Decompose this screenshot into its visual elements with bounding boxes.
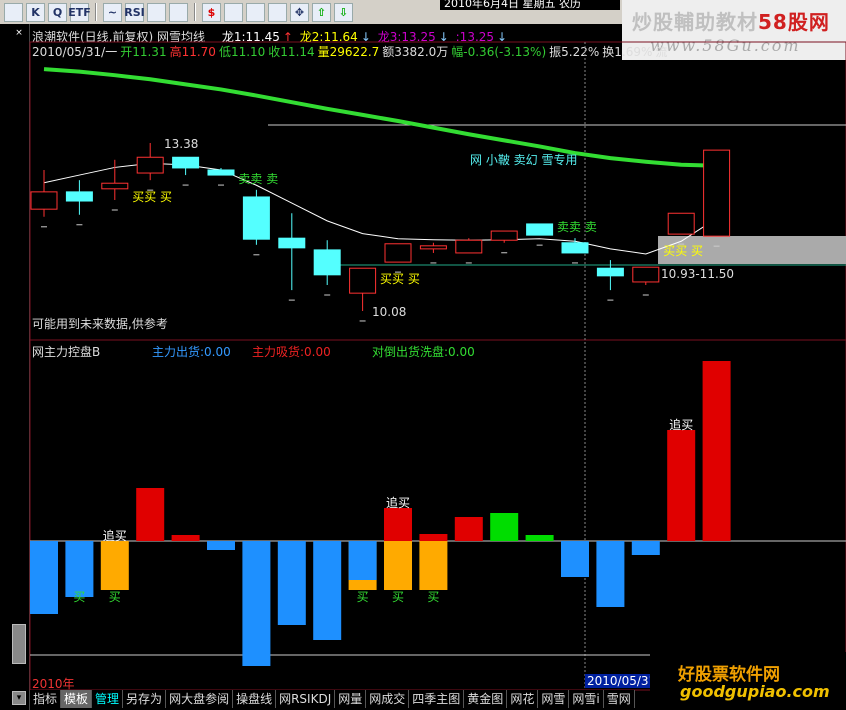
tab-10[interactable]: 黄金图 — [464, 690, 508, 708]
template-tabs: 指标 模板 管理 另存为 网大盘参阅 操盘线 网RSIKDJ 网量 网成交 四季主图 黄金图 网花 网雪… — [30, 690, 635, 710]
buy-signal: 买买 买 — [663, 244, 704, 259]
tab-1[interactable]: 模板 — [61, 690, 93, 708]
candle-body — [101, 182, 129, 190]
candle-body — [561, 242, 589, 254]
indicator-buy-label: 买 — [392, 590, 405, 604]
high-price-label: 13.38 — [164, 137, 199, 151]
indicator-bar — [207, 541, 235, 550]
future-data-warning: 可能用到未来数据,供参考 — [32, 317, 168, 331]
indicator-bar — [277, 541, 306, 625]
tab-12[interactable]: 网雪 — [538, 690, 570, 708]
indicator-bar — [242, 541, 271, 666]
indicator-bar — [348, 541, 377, 580]
indicator-bar — [702, 361, 731, 541]
tab-5[interactable]: 操盘线 — [233, 690, 277, 708]
tab-14[interactable]: 雪网 — [604, 690, 635, 708]
tab-4[interactable]: 网大盘参阅 — [166, 690, 234, 708]
indicator-bar — [100, 541, 129, 590]
indicator-buy-label: 买 — [108, 590, 121, 604]
chase-buy-label: 追买 — [669, 418, 694, 432]
candle-body — [313, 249, 341, 276]
indicator-bar — [419, 541, 448, 590]
tab-11[interactable]: 网花 — [507, 690, 539, 708]
tab-3[interactable]: 另存为 — [123, 690, 167, 708]
indicator-buy-label: 买 — [427, 590, 440, 604]
indicator-bar — [30, 541, 58, 614]
candle-body — [242, 196, 270, 240]
indicator-bar — [561, 541, 589, 577]
candle-body — [667, 212, 695, 235]
candle-body — [278, 237, 306, 249]
indicator-bar — [667, 430, 696, 541]
tab-9[interactable]: 四季主图 — [409, 690, 465, 708]
tab-13[interactable]: 网雪i — [569, 690, 604, 708]
indicator-bar — [313, 541, 342, 640]
tab-0[interactable]: 指标 — [30, 690, 62, 708]
candle-body — [526, 223, 554, 236]
indicator-bar — [454, 517, 483, 541]
sell-signal: 卖卖 卖 — [557, 220, 597, 235]
indicator-bar — [596, 541, 625, 607]
logo-url: goodgupiao.com — [680, 682, 830, 701]
candle-body — [349, 267, 377, 294]
wash-label: 对倒出货洗盘:0.00 — [372, 345, 475, 359]
indicator-bar — [490, 513, 519, 541]
candle-body — [136, 156, 164, 174]
sell-signal: 卖卖 卖 — [238, 171, 279, 186]
candle-body — [172, 156, 200, 169]
indicator-name: 网主力控盘B — [32, 345, 101, 359]
low-price-label: 10.08 — [372, 305, 407, 319]
tab-7[interactable]: 网量 — [335, 690, 367, 708]
ma-line — [43, 162, 717, 255]
candle-body — [30, 191, 58, 210]
main-out-label: 主力出货:0.00 — [152, 345, 231, 359]
tab-8[interactable]: 网成交 — [366, 690, 410, 708]
candle-body — [65, 191, 93, 202]
indicator-bar — [384, 508, 412, 541]
indicator-bar — [419, 534, 448, 541]
indicator-bar — [136, 488, 165, 541]
chase-buy-label: 追买 — [386, 496, 411, 510]
candle-body — [703, 149, 731, 237]
long-ma-line — [43, 67, 717, 168]
candle-body — [632, 266, 660, 283]
candle-body — [384, 243, 412, 263]
tab-2[interactable]: 管理 — [92, 690, 124, 708]
candle-body — [419, 245, 447, 250]
buy-signal: 买买 买 — [380, 272, 420, 287]
cursor-date: 2010/05/31 — [585, 674, 659, 688]
indicator-buy-label: 买 — [356, 590, 369, 604]
indicator-buy-label: 买 — [73, 590, 86, 604]
tab-6[interactable]: 网RSIKDJ — [276, 690, 336, 708]
range-label: 10.93-11.50 — [661, 267, 735, 281]
indicator-bar — [384, 541, 412, 590]
candle-body — [207, 169, 235, 176]
candle-body — [596, 267, 624, 277]
buy-signal: 买买 买 — [132, 190, 173, 205]
candle-body — [490, 230, 518, 241]
chase-buy-label: 追买 — [102, 529, 127, 543]
indicator-bar — [525, 535, 554, 541]
main-absorb-label: 主力吸货:0.00 — [252, 345, 331, 359]
center-text: 网 小鞁 卖幻 雪专用 — [470, 153, 578, 167]
candle-body — [455, 239, 483, 254]
indicator-bar — [631, 541, 660, 555]
indicator-bar — [171, 535, 200, 541]
